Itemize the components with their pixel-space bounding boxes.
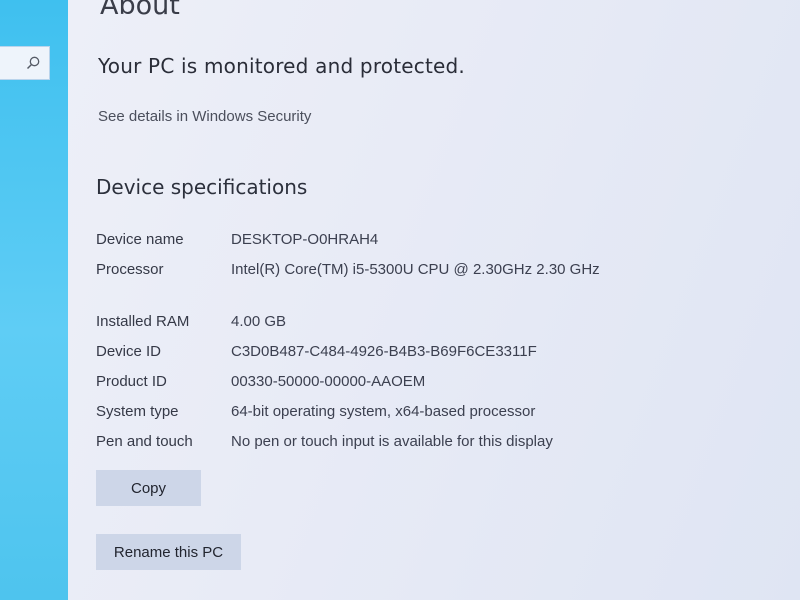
search-input[interactable]: [0, 46, 50, 80]
spec-label: System type: [96, 403, 179, 420]
protection-status-text: Your PC is monitored and protected.: [98, 54, 465, 78]
spec-label: Pen and touch: [96, 433, 193, 450]
spec-value: 4.00 GB: [231, 313, 287, 330]
windows-security-link[interactable]: See details in Windows Security: [98, 108, 311, 125]
rename-pc-button[interactable]: Rename this PC: [96, 534, 241, 570]
spec-value: DESKTOP-O0HRAH4: [231, 231, 379, 248]
copy-button[interactable]: Copy: [96, 470, 201, 506]
spec-label: Device ID: [96, 343, 162, 360]
about-page: About Your PC is monitored and protected…: [96, 0, 776, 600]
spec-label: Installed RAM: [96, 313, 190, 330]
search-icon: [26, 56, 40, 70]
navigation-sidebar: [0, 0, 68, 600]
spec-value: Intel(R) Core(TM) i5-5300U CPU @ 2.30GHz…: [231, 261, 600, 278]
spec-value: C3D0B487-C484-4926-B4B3-B69F6CE3311F: [231, 343, 537, 360]
spec-label: Device name: [96, 231, 184, 248]
page-title: About: [100, 0, 180, 21]
device-specifications-heading: Device specifications: [96, 175, 308, 199]
spec-label: Product ID: [96, 373, 167, 390]
spec-value: No pen or touch input is available for t…: [231, 433, 553, 450]
spec-value: 00330-50000-00000-AAOEM: [231, 373, 426, 390]
spec-value: 64-bit operating system, x64-based proce…: [231, 403, 536, 420]
spec-label: Processor: [96, 261, 164, 278]
